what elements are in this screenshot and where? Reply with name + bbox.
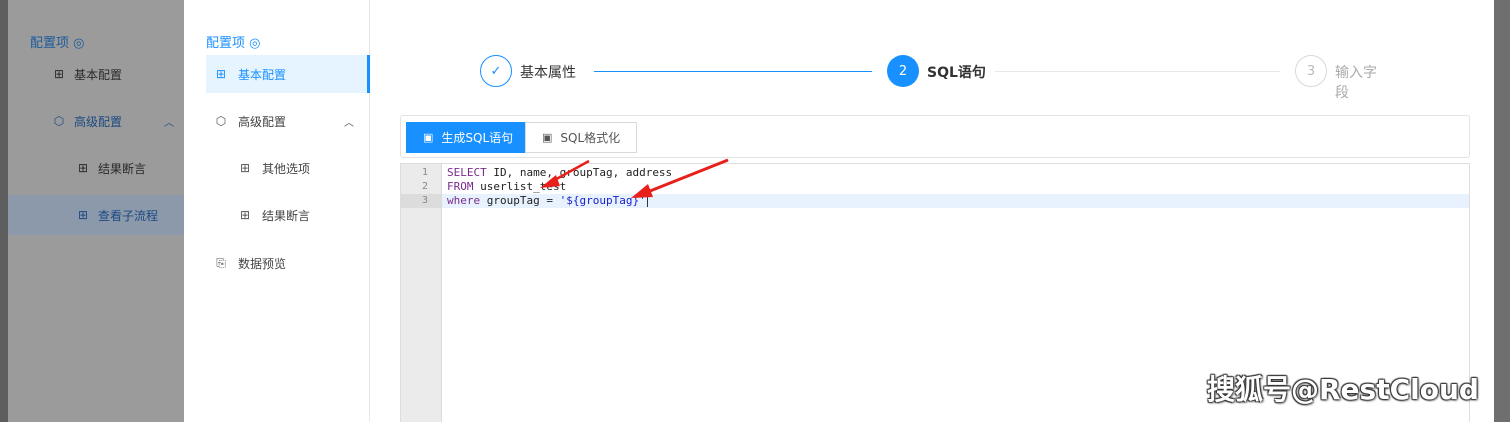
config-sidebar: 配置项 ◎ ⊞ 基本配置 ⬡ 高级配置 ︿ ⊞ 其他选项 ⊞ 结果断言 ⎘ 数据预览 bbox=[184, 0, 370, 422]
sidebar-item-other-options[interactable]: ⊞ 其他选项 bbox=[206, 149, 370, 187]
step-connector-1 bbox=[594, 71, 872, 72]
sidebar-item-preview[interactable]: ⎘ 数据预览 bbox=[206, 244, 370, 282]
step-3-label[interactable]: 输入字段 bbox=[1335, 62, 1390, 102]
document-icon: ▣ bbox=[423, 131, 434, 144]
step-3-number[interactable]: 3 bbox=[1295, 55, 1327, 87]
steps-bar: ✓ 基本属性 2 SQL语句 3 输入字段 bbox=[480, 54, 1390, 101]
line-number: 1 bbox=[421, 167, 428, 178]
step-2-number[interactable]: 2 bbox=[887, 55, 919, 87]
chevron-up-icon[interactable]: ︿ bbox=[344, 114, 354, 129]
sql-toolbar: ▣ 生成SQL语句 ▣ SQL格式化 bbox=[400, 115, 1470, 158]
bg-item-assert: ⊞ 结果断言 bbox=[77, 161, 147, 176]
code-line-1[interactable]: SELECT ID, name, groupTag, address bbox=[442, 166, 1469, 180]
cube-icon: ⬡ bbox=[215, 114, 227, 128]
background-title: 配置项 ◎ bbox=[30, 36, 85, 51]
editor-gutter: 1 2 3 bbox=[401, 164, 442, 422]
grid-icon: ⊞ bbox=[239, 208, 251, 222]
step-connector-2 bbox=[995, 71, 1280, 72]
step-1-check-icon[interactable]: ✓ bbox=[480, 55, 512, 87]
background-edge bbox=[0, 0, 8, 422]
code-line-3[interactable]: where groupTag = '${groupTag}' bbox=[442, 194, 1469, 208]
cube-icon: ⬡ bbox=[53, 114, 65, 128]
grid-icon: ⊞ bbox=[215, 67, 227, 81]
bg-item-advanced: ⬡ 高级配置 ︿ bbox=[53, 114, 174, 129]
target-icon: ◎ bbox=[249, 36, 261, 51]
grid-icon: ⊞ bbox=[77, 161, 89, 175]
grid-icon: ⊞ bbox=[77, 208, 89, 222]
code-line-2[interactable]: FROM userlist_test bbox=[442, 180, 1469, 194]
line-number: 3 bbox=[401, 194, 442, 208]
sidebar-item-basic[interactable]: ⊞ 基本配置 bbox=[206, 55, 370, 93]
chevron-up-icon: ︿ bbox=[164, 117, 174, 129]
line-number: 2 bbox=[421, 181, 428, 192]
sidebar-title: 配置项 ◎ bbox=[206, 36, 261, 51]
format-sql-button[interactable]: ▣ SQL格式化 bbox=[525, 122, 638, 153]
grid-icon: ⊞ bbox=[239, 161, 251, 175]
document-icon: ▣ bbox=[542, 131, 553, 144]
background-right-edge bbox=[1494, 0, 1510, 422]
step-2-label[interactable]: SQL语句 bbox=[927, 62, 986, 82]
step-1-label[interactable]: 基本属性 bbox=[520, 62, 576, 82]
text-cursor bbox=[646, 195, 648, 207]
bg-item-subflow: ⊞ 查看子流程 bbox=[8, 195, 184, 235]
config-modal: 配置项 ◎ ⊞ 基本配置 ⬡ 高级配置 ︿ ⊞ 其他选项 ⊞ 结果断言 ⎘ 数据预览 ✓ … bbox=[184, 0, 1494, 422]
generate-sql-button[interactable]: ▣ 生成SQL语句 bbox=[406, 122, 531, 153]
sidebar-item-assert[interactable]: ⊞ 结果断言 bbox=[206, 196, 370, 234]
grid-icon: ⊞ bbox=[53, 67, 65, 81]
data-preview-icon: ⎘ bbox=[216, 255, 226, 270]
sidebar-item-advanced[interactable]: ⬡ 高级配置 ︿ bbox=[206, 102, 370, 140]
background-sidebar: 配置项 ◎ ⊞ 基本配置 ⬡ 高级配置 ︿ ⊞ 结果断言 ⊞ 查看子流程 bbox=[8, 0, 184, 422]
watermark: 搜狐号@RestCloud bbox=[1207, 373, 1479, 406]
bg-item-basic: ⊞ 基本配置 bbox=[53, 67, 123, 82]
